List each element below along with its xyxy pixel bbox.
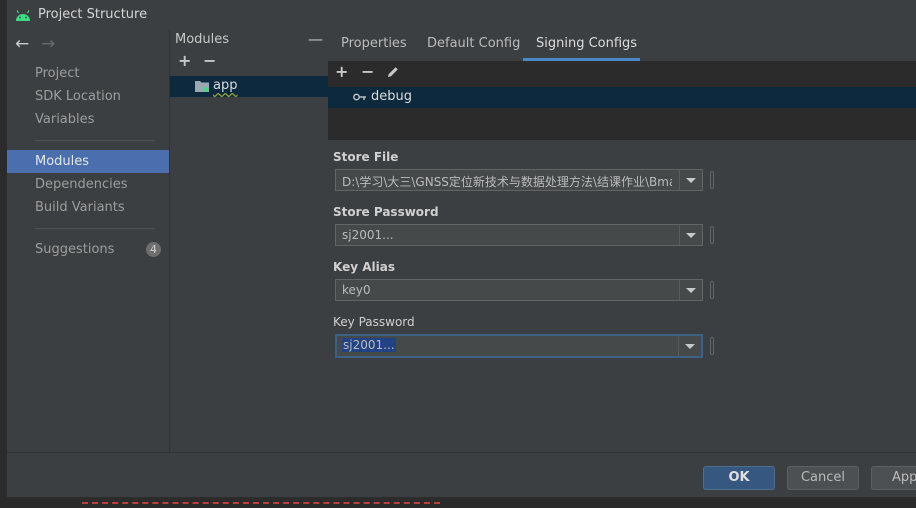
remove-config-button[interactable]: − <box>361 63 374 81</box>
sidebar-item-label: Suggestions <box>35 242 115 257</box>
key-alias-field[interactable]: key0 <box>335 279 703 301</box>
tab-properties[interactable]: Properties <box>341 30 407 60</box>
android-icon <box>16 10 30 21</box>
ide-error-underline <box>82 502 440 504</box>
suggestions-count-badge: 4 <box>146 242 161 257</box>
key-alias-value: key0 <box>342 283 371 297</box>
ide-editor-background <box>0 0 7 508</box>
remove-module-button[interactable]: − <box>203 52 216 70</box>
sidebar-divider <box>35 140 155 141</box>
key-alias-label: Key Alias <box>333 260 395 274</box>
store-password-field[interactable]: sj2001... <box>335 224 703 246</box>
key-password-value: sj2001... <box>342 338 396 352</box>
add-config-button[interactable]: + <box>335 63 348 81</box>
key-icon <box>353 93 366 101</box>
cancel-button[interactable]: Cancel <box>787 466 859 490</box>
browse-button[interactable] <box>710 171 714 189</box>
key-password-field[interactable]: sj2001... <box>335 334 703 358</box>
pencil-icon[interactable] <box>386 65 400 79</box>
key-password-label: Key Password <box>333 315 415 329</box>
back-arrow-icon[interactable]: ← <box>15 34 29 54</box>
dialog-footer: OK Cancel App <box>7 452 916 497</box>
sidebar-item-dependencies[interactable]: Dependencies <box>7 173 169 196</box>
sidebar-divider <box>35 228 155 229</box>
module-folder-icon <box>195 81 209 92</box>
module-label: app <box>213 78 238 93</box>
forward-arrow-icon[interactable]: → <box>41 34 55 54</box>
dialog-title: Project Structure <box>38 7 148 22</box>
module-list-item[interactable]: app <box>170 76 328 97</box>
chevron-down-icon[interactable] <box>679 225 702 245</box>
signing-configs-list: + − debug <box>328 61 916 140</box>
signing-configs-panel: Properties Default Config Signing Config… <box>328 30 916 452</box>
modules-panel: Modules — + − app <box>169 30 329 452</box>
store-file-field[interactable]: D:\学习\大三\GNSS定位新技术与数据处理方法\结课作业\Bma <box>335 169 703 191</box>
sidebar-item-modules[interactable]: Modules <box>7 150 169 173</box>
sidebar-item-variables[interactable]: Variables <box>7 108 169 131</box>
config-list-item[interactable]: debug <box>328 87 916 108</box>
chevron-down-icon[interactable] <box>678 336 701 356</box>
modules-title: Modules <box>175 32 230 47</box>
sidebar-item-project[interactable]: Project <box>7 62 169 85</box>
tab-bar: Properties Default Config Signing Config… <box>328 30 916 61</box>
field-extra-button[interactable] <box>710 226 714 244</box>
config-label: debug <box>371 89 412 104</box>
field-extra-button[interactable] <box>710 281 714 299</box>
sidebar-item-build-variants[interactable]: Build Variants <box>7 196 169 219</box>
tab-signing-configs[interactable]: Signing Configs <box>536 30 637 60</box>
apply-button[interactable]: App <box>871 466 916 490</box>
collapse-icon[interactable]: — <box>308 30 323 48</box>
store-password-value: sj2001... <box>342 228 394 242</box>
sidebar: ← → Project SDK Location Variables Modul… <box>7 30 169 452</box>
tab-default-config[interactable]: Default Config <box>427 30 520 60</box>
project-structure-dialog: Project Structure ← → Project SDK Locati… <box>7 0 916 497</box>
sidebar-item-sdk-location[interactable]: SDK Location <box>7 85 169 108</box>
store-file-label: Store File <box>333 150 399 164</box>
sidebar-item-suggestions[interactable]: Suggestions 4 <box>7 238 169 261</box>
chevron-down-icon[interactable] <box>679 280 702 300</box>
chevron-down-icon[interactable] <box>679 170 702 190</box>
store-password-label: Store Password <box>333 205 439 219</box>
field-extra-button[interactable] <box>710 337 714 355</box>
add-module-button[interactable]: + <box>178 52 191 70</box>
ok-button[interactable]: OK <box>703 466 775 490</box>
title-bar: Project Structure <box>7 0 916 30</box>
store-file-value: D:\学习\大三\GNSS定位新技术与数据处理方法\结课作业\Bma <box>342 175 672 189</box>
